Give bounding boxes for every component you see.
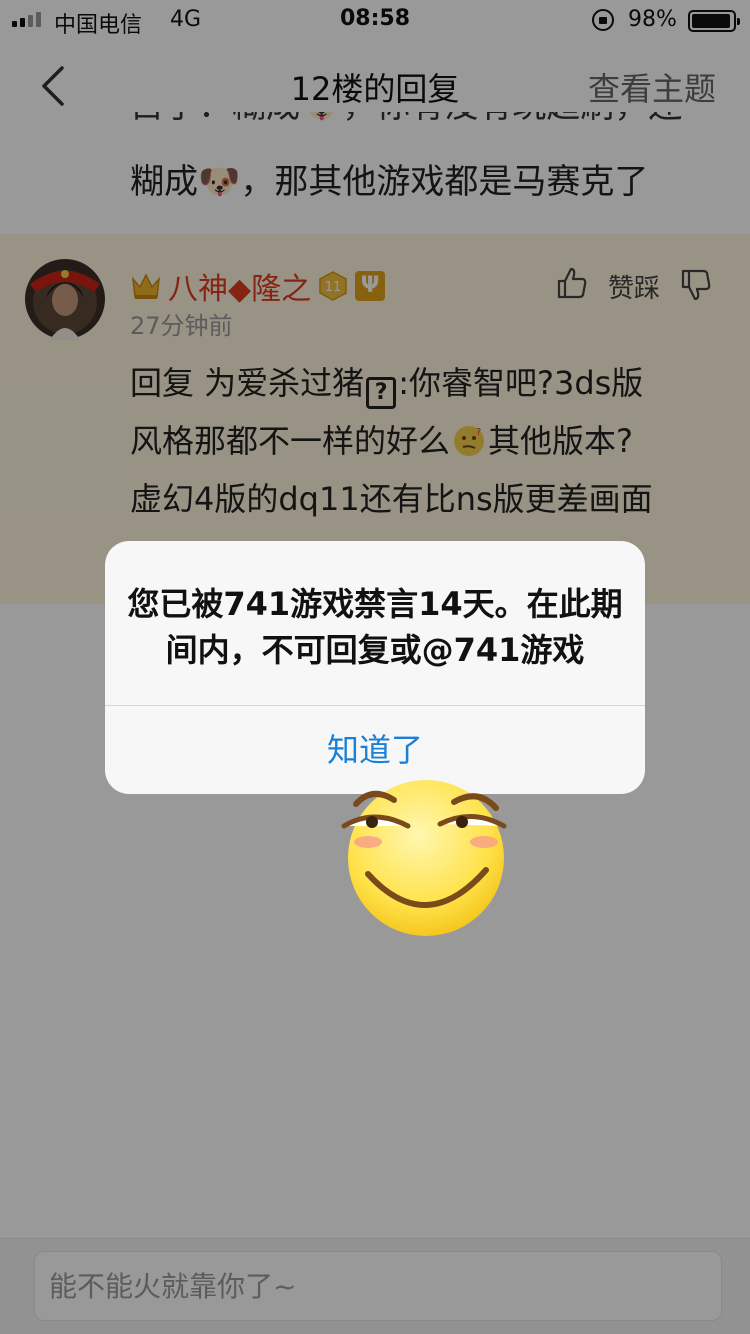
- alert-dialog: 您已被741游戏禁言14天。在此期间内，不可回复或@741游戏 知道了: [105, 541, 645, 794]
- smirk-emoji-icon: [341, 780, 507, 936]
- alert-message: 您已被741游戏禁言14天。在此期间内，不可回复或@741游戏: [127, 585, 623, 669]
